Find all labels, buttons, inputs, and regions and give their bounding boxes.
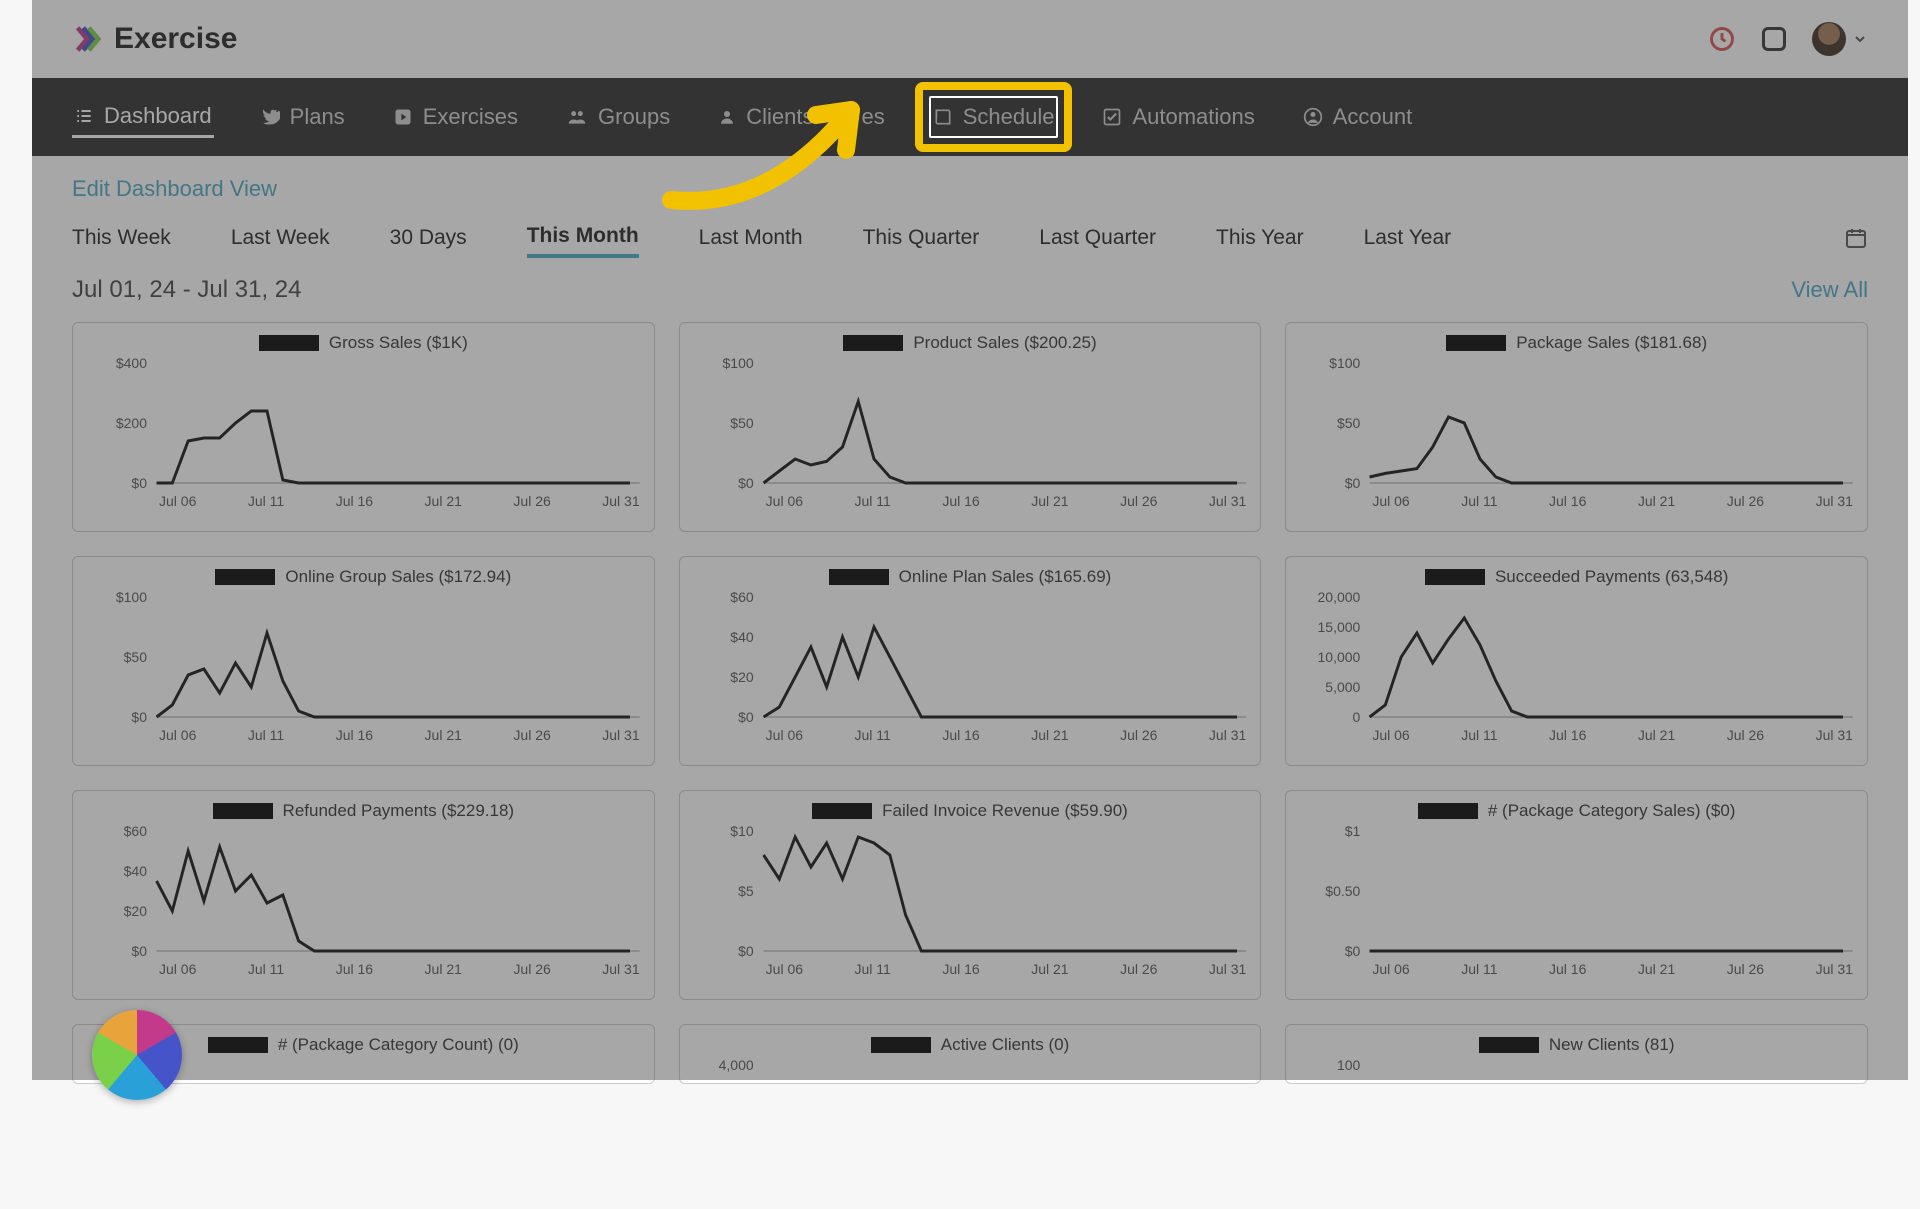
chart-card: Active Clients (0)4,000 [679, 1024, 1262, 1084]
topbar: Exercise [32, 0, 1908, 78]
chart-title: Gross Sales ($1K) [329, 333, 468, 353]
view-all-link[interactable]: View All [1791, 277, 1868, 303]
content: Edit Dashboard View This Week Last Week 30… [32, 156, 1908, 1104]
chart-card: Online Group Sales ($172.94) $100$50$0Jul… [72, 556, 655, 766]
chart-card: Product Sales ($200.25) $100$50$0Jul 06Ju… [679, 322, 1262, 532]
chart-area: $1$0.50$0Jul 06Jul 11Jul 16Jul 21Jul 26J… [1300, 825, 1853, 975]
chart-title: Failed Invoice Revenue ($59.90) [882, 801, 1128, 821]
chart-title: Online Plan Sales ($165.69) [899, 567, 1112, 587]
chart-card: Refunded Payments ($229.18) $60$40$20$0Ju… [72, 790, 655, 1000]
series-swatch [259, 335, 319, 351]
chart-card: Failed Invoice Revenue ($59.90) $10$5$0Ju… [679, 790, 1262, 1000]
range-tab-last-month[interactable]: Last Month [699, 226, 803, 256]
edit-dashboard-link[interactable]: Edit Dashboard View [72, 176, 277, 201]
chart-title: # (Package Category Sales) ($0) [1488, 801, 1736, 821]
range-tab-this-quarter[interactable]: This Quarter [863, 226, 980, 256]
chart-area: $60$40$20$0Jul 06Jul 11Jul 16Jul 21Jul 2… [694, 591, 1247, 741]
series-swatch [1425, 569, 1485, 585]
chart-card: Succeeded Payments (63,548) 20,00015,0001… [1285, 556, 1868, 766]
series-swatch [843, 335, 903, 351]
chart-card: Package Sales ($181.68) $100$50$0Jul 06Ju… [1285, 322, 1868, 532]
chart-area: $10$5$0Jul 06Jul 11Jul 16Jul 21Jul 26Jul… [694, 825, 1247, 975]
app-window: Exercise Dashboard Plans Exercises Groups Cl… [32, 0, 1908, 1080]
series-swatch [829, 569, 889, 585]
chart-title: Product Sales ($200.25) [913, 333, 1096, 353]
nav-clients[interactable]: Clients [716, 98, 815, 136]
date-range: Jul 01, 24 - Jul 31, 24 [72, 276, 301, 304]
series-swatch [812, 803, 872, 819]
brand-name: Exercise [114, 22, 237, 56]
series-swatch [215, 569, 275, 585]
range-tab-last-week[interactable]: Last Week [231, 226, 330, 256]
chart-area: $100$50$0Jul 06Jul 11Jul 16Jul 21Jul 26J… [87, 591, 640, 741]
series-swatch [871, 1037, 931, 1053]
chart-card: # (Package Category Sales) ($0) $1$0.50$0… [1285, 790, 1868, 1000]
nav-groups[interactable]: Groups [564, 98, 672, 136]
user-menu[interactable] [1812, 22, 1868, 56]
chart-title: Refunded Payments ($229.18) [283, 801, 515, 821]
calendar-icon[interactable] [1844, 226, 1868, 256]
chart-card: Gross Sales ($1K) $400$200$0Jul 06Jul 11J… [72, 322, 655, 532]
range-tabs: This Week Last Week 30 Days This Month Last … [72, 224, 1868, 258]
range-tab-this-month[interactable]: This Month [527, 224, 639, 258]
nav-schedule[interactable]: Schedule [931, 98, 1057, 136]
chevron-down-icon [1852, 31, 1868, 47]
main-nav: Dashboard Plans Exercises Groups Clients es Sc… [32, 78, 1908, 156]
nav-plans[interactable]: Plans [258, 98, 347, 136]
series-swatch [1446, 335, 1506, 351]
chart-area: $60$40$20$0Jul 06Jul 11Jul 16Jul 21Jul 2… [87, 825, 640, 975]
topbar-right [1708, 22, 1868, 56]
nav-account[interactable]: Account [1301, 98, 1415, 136]
nav-dashboard[interactable]: Dashboard [72, 97, 214, 138]
checkbox-icon[interactable] [1762, 27, 1786, 51]
chart-area: $400$200$0Jul 06Jul 11Jul 16Jul 21Jul 26… [87, 357, 640, 507]
range-tab-this-year[interactable]: This Year [1216, 226, 1304, 256]
chart-title: Succeeded Payments (63,548) [1495, 567, 1728, 587]
chart-title: Active Clients (0) [941, 1035, 1069, 1055]
series-swatch [213, 803, 273, 819]
chart-area: $100$50$0Jul 06Jul 11Jul 16Jul 21Jul 26J… [1300, 357, 1853, 507]
chart-title: Package Sales ($181.68) [1516, 333, 1707, 353]
chart-title: # (Package Category Count) (0) [278, 1035, 519, 1055]
floating-badge-icon[interactable] [92, 1010, 182, 1100]
chart-card: Online Plan Sales ($165.69) $60$40$20$0Ju… [679, 556, 1262, 766]
series-swatch [1418, 803, 1478, 819]
nav-exercises[interactable]: Exercises [391, 98, 520, 136]
chart-title: New Clients (81) [1549, 1035, 1675, 1055]
avatar [1812, 22, 1846, 56]
brand-logo-icon [72, 24, 102, 54]
range-tab-this-week[interactable]: This Week [72, 226, 171, 256]
chart-card: New Clients (81)100 [1285, 1024, 1868, 1084]
brand: Exercise [72, 22, 237, 56]
chart-area: $100$50$0Jul 06Jul 11Jul 16Jul 21Jul 26J… [694, 357, 1247, 507]
range-tab-last-year[interactable]: Last Year [1364, 226, 1452, 256]
chart-title: Online Group Sales ($172.94) [285, 567, 511, 587]
chart-grid: Gross Sales ($1K) $400$200$0Jul 06Jul 11J… [72, 322, 1868, 1084]
chart-area: 4,000 [694, 1059, 1247, 1209]
clock-icon[interactable] [1708, 25, 1736, 53]
series-swatch [1479, 1037, 1539, 1053]
range-tab-30-days[interactable]: 30 Days [390, 226, 467, 256]
date-row: Jul 01, 24 - Jul 31, 24 View All [72, 276, 1868, 304]
nav-automations[interactable]: Automations [1100, 98, 1256, 136]
range-tab-last-quarter[interactable]: Last Quarter [1039, 226, 1156, 256]
series-swatch [208, 1037, 268, 1053]
nav-es[interactable]: es [859, 98, 886, 136]
chart-area: 100 [1300, 1059, 1853, 1209]
chart-area: 20,00015,00010,0005,0000Jul 06Jul 11Jul … [1300, 591, 1853, 741]
